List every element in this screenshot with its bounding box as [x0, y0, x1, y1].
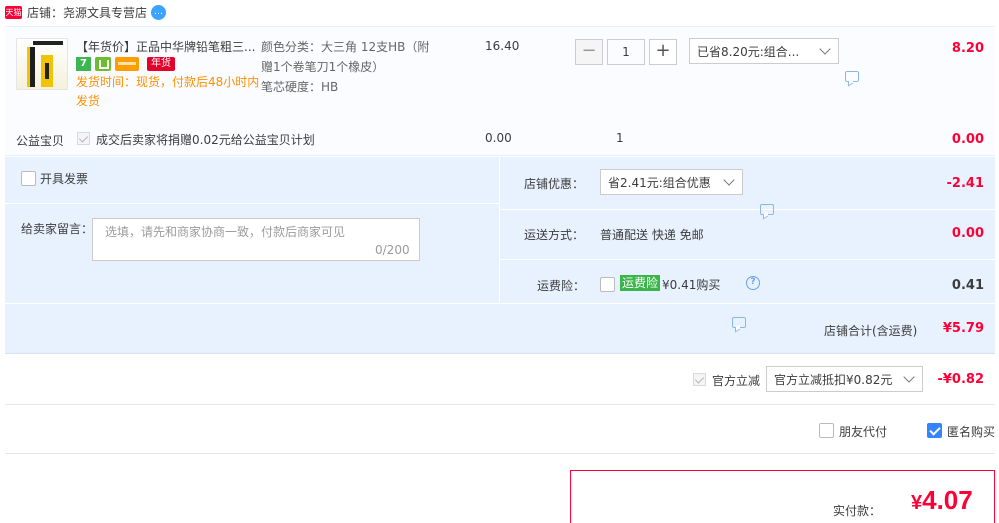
official-discount-select[interactable]: 官方立减抵扣¥0.82元	[766, 366, 923, 392]
shop-header: 天猫 店铺： 尧源文具专营店 …	[0, 0, 999, 24]
unit-price: 16.40	[485, 39, 520, 53]
product-title-link[interactable]: 【年货价】正品中华牌铅笔粗三...	[76, 39, 256, 55]
official-discount-label: 官方立减	[712, 374, 761, 388]
shop-total: ¥5.79	[942, 321, 984, 336]
shop-total-label: 店铺合计(含运费)	[824, 324, 918, 338]
help-icon[interactable]: ?	[746, 276, 760, 290]
charity-checkbox	[77, 132, 90, 145]
shop-name-link[interactable]: 尧源文具专营店	[63, 4, 147, 21]
shop-discount-label: 店铺优惠：	[524, 177, 585, 191]
official-discount-amount: -¥0.82	[937, 372, 984, 387]
pay-amount-value: 4.07	[922, 485, 973, 515]
quantity-input[interactable]: 1	[607, 39, 645, 65]
nianhuo-badge: 年货	[147, 57, 175, 71]
ship-time-text: 发货时间：现货，付款后48小时内发货	[76, 75, 260, 108]
chevron-down-icon	[723, 174, 735, 186]
pay-amount: ¥4.07	[911, 485, 973, 516]
shop-discount-select[interactable]: 省2.41元:组合优惠	[600, 169, 743, 195]
promo-message-icon[interactable]	[845, 71, 859, 82]
invoice-label[interactable]: 开具发票	[40, 170, 88, 187]
seven-day-return-icon: 7	[76, 57, 91, 71]
chevron-down-icon	[819, 43, 831, 55]
insurance-checkbox[interactable]	[600, 277, 615, 292]
guarantee-icon	[95, 57, 111, 71]
shipping-fee: 0.00	[951, 226, 984, 241]
pay-label: 实付款：	[833, 504, 882, 518]
sku-color: 颜色分类：大三角 12支HB（附赠1个卷笔刀1个橡皮）	[261, 40, 430, 74]
quantity-plus-button[interactable]: +	[649, 39, 677, 65]
insurance-price: ¥0.41购买	[662, 278, 721, 292]
charity-label: 公益宝贝	[16, 134, 65, 148]
message-label: 给卖家留言：	[21, 222, 94, 236]
item-promo-select[interactable]: 已省8.20元:组合...	[689, 38, 839, 64]
official-discount-value: 官方立减抵扣¥0.82元	[774, 372, 893, 387]
charity-price: 0.00	[485, 131, 512, 145]
chevron-down-icon	[903, 371, 915, 383]
shipping-label: 运送方式：	[524, 228, 585, 242]
item-subtotal: 8.20	[951, 41, 984, 56]
payment-options-row: 朋友代付 匿名购买	[5, 406, 995, 454]
friend-pay-checkbox[interactable]	[819, 423, 834, 438]
quantity-minus-button[interactable]: −	[575, 39, 603, 65]
item-promo-value: 已省8.20元:组合...	[697, 44, 800, 59]
friend-pay-label[interactable]: 朋友代付	[839, 423, 887, 440]
anonymous-checkbox[interactable]	[927, 423, 942, 438]
shipping-method: 普通配送 快递 免邮	[600, 228, 704, 242]
insurance-label: 运费险：	[537, 279, 586, 293]
anonymous-label[interactable]: 匿名购买	[947, 423, 995, 440]
quantity-stepper: − 1 +	[575, 39, 677, 65]
sku-info: 颜色分类：大三角 12支HB（附赠1个卷笔刀1个橡皮） 笔芯硬度：HB	[261, 37, 441, 97]
discount-message-icon[interactable]	[760, 204, 774, 215]
insurance-amount: 0.41	[951, 278, 984, 293]
charity-text: 成交后卖家将捐赠0.02元给公益宝贝计划	[96, 133, 315, 147]
charity-row: 公益宝贝 成交后卖家将捐赠0.02元给公益宝贝计划 0.00 1 0.00	[5, 122, 995, 156]
shop-label: 店铺：	[27, 5, 64, 20]
shop-discount-value: 省2.41元:组合优惠	[608, 175, 711, 190]
chat-bubble-icon[interactable]: …	[151, 4, 167, 20]
insurance-message-icon[interactable]	[732, 317, 746, 328]
service-badges: 7 年货	[76, 57, 175, 71]
product-thumbnail[interactable]	[16, 38, 68, 90]
order-item-row: 【年货价】正品中华牌铅笔粗三... 7 年货 发货时间：现货，付款后48小时内发…	[5, 26, 995, 122]
charity-qty: 1	[616, 131, 624, 145]
official-discount-checkbox	[693, 373, 706, 386]
shop-discount-amount: -2.41	[946, 176, 984, 191]
insurance-tag: 运费险	[620, 275, 661, 291]
invoice-checkbox[interactable]	[21, 171, 36, 186]
tmall-logo-icon: 天猫	[5, 5, 22, 19]
credit-card-icon	[115, 57, 139, 71]
message-placeholder: 选填，请先和商家协商一致，付款后商家可见	[105, 225, 346, 239]
payment-summary-box: 实付款： ¥4.07	[570, 470, 995, 523]
charity-subtotal: 0.00	[951, 132, 984, 147]
official-discount-row: 官方立减 官方立减抵扣¥0.82元 -¥0.82	[5, 355, 995, 405]
order-options-panel: 开具发票 给卖家留言： 选填，请先和商家协商一致，付款后商家可见 0/200 店…	[5, 157, 995, 354]
message-char-count: 0/200	[375, 243, 410, 257]
sku-core: 笔芯硬度：HB	[261, 80, 339, 94]
pay-currency: ¥	[911, 492, 923, 514]
